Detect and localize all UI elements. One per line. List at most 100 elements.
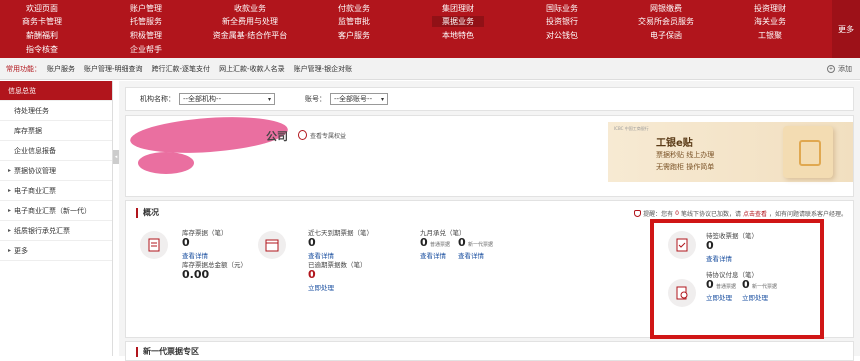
pending-sign-handle-link-new[interactable]: 立即处理: [742, 292, 768, 302]
shortcut-link[interactable]: 账户管理-明细查询: [84, 64, 143, 74]
nav-instruction-check[interactable]: 指令核查: [26, 44, 58, 55]
overview-title: 概况: [143, 208, 159, 217]
shortcut-bar: 常用功能： 账户服务 账户管理-明细查询 跨行汇款-逐笔支付 网上汇款-收款人名…: [0, 58, 860, 80]
add-circle-icon: +: [827, 65, 835, 73]
nav-more-button[interactable]: 更多: [832, 0, 860, 58]
expiring-label: 近七天到期票据（笔）: [308, 229, 373, 237]
new-gen-title: 新一代票据专区: [143, 347, 199, 356]
org-label: 机构名称：: [140, 95, 175, 103]
nav-international[interactable]: 国际业务: [546, 3, 578, 14]
nav-investment[interactable]: 投资理财: [754, 3, 786, 14]
notice-prefix: 提醒：您有: [643, 211, 674, 218]
account-select[interactable]: --全部账号-- ▾: [330, 93, 388, 105]
add-shortcut-button[interactable]: + 添加: [827, 64, 852, 74]
sidebar-item-label: 库存票据: [14, 126, 42, 135]
section-title: 新一代票据专区: [136, 346, 199, 357]
promo-banner[interactable]: ICBC 中国工商银行 工银e贴 票据秒贴 线上办理 无需跑柜 操作简单: [608, 122, 853, 182]
caret-right-icon: ▸: [8, 247, 12, 254]
nav-fees[interactable]: 新全费用与处理: [222, 16, 278, 27]
section-title: 概况: [136, 207, 159, 218]
sidebar-item-label: 更多: [14, 246, 29, 255]
notice-text: 提醒：您有 0 笔线下协议已加数，请 点击查看 ，如有问题请联系客户经理。: [634, 209, 847, 218]
org-select[interactable]: --全部机构-- ▾: [179, 93, 275, 105]
sidebar-item-inventory[interactable]: 库存票据: [0, 121, 112, 141]
nav-online-fees[interactable]: 网银缴费: [650, 3, 682, 14]
nav-custody[interactable]: 托管服务: [130, 16, 162, 27]
banner-subtitle: 票据秒贴 线上办理: [656, 151, 715, 159]
acceptance-detail-link[interactable]: 查看详情: [420, 250, 446, 260]
nav-customer-service[interactable]: 客户服务: [338, 30, 370, 41]
nav-exchange-member[interactable]: 交易所会员服务: [638, 16, 694, 27]
top-nav-grid: 欢迎页面 账户管理 收款业务 付款业务 集团理财 国际业务 网银缴费 投资理财 …: [0, 0, 832, 58]
sidebar: 信息总览 待处理任务 库存票据 企业信息报备 ▸ 票据协议管理 ▸ 电子商业汇票…: [0, 81, 113, 356]
medal-icon: [298, 130, 307, 140]
org-select-value: --全部机构--: [183, 95, 222, 103]
nav-receipts[interactable]: 收款业务: [234, 3, 266, 14]
nav-account-mgmt[interactable]: 账户管理: [130, 3, 162, 14]
nav-payments[interactable]: 付款业务: [338, 3, 370, 14]
nav-points[interactable]: 积极管理: [130, 30, 162, 41]
overdue-handle-link[interactable]: 立即处理: [308, 282, 334, 292]
sidebar-item-label: 纸质银行承兑汇票: [14, 226, 71, 235]
nav-local[interactable]: 本地特色: [442, 30, 474, 41]
overview-section: 概况 提醒：您有 0 笔线下协议已加数，请 点击查看 ，如有问题请联系客户经理。…: [125, 200, 854, 339]
chevron-down-icon: ▾: [267, 95, 271, 103]
pending-receive-icon: [668, 231, 696, 259]
notice-suffix: ，如有问题请联系客户经理。: [768, 211, 847, 218]
bank-logo: ICBC 中国工商银行: [614, 126, 649, 131]
pending-sign-regular-label: 普通票据: [716, 284, 737, 290]
nav-bills[interactable]: 票据业务: [432, 16, 484, 27]
nav-customs[interactable]: 海关业务: [754, 16, 786, 27]
sidebar-item-label: 电子商业汇票: [14, 186, 57, 195]
sidebar-item-overview[interactable]: 信息总览: [0, 81, 112, 101]
caret-right-icon: ▸: [8, 207, 12, 214]
pending-receive-count: 0: [706, 239, 714, 252]
nav-icbc-ju[interactable]: 工银聚: [758, 30, 782, 41]
nav-supervision[interactable]: 监管审批: [338, 16, 370, 27]
nav-investment-bank[interactable]: 投资银行: [546, 16, 578, 27]
pending-sign-count-regular: 0: [706, 278, 714, 291]
nav-welcome[interactable]: 欢迎页面: [26, 3, 58, 14]
shortcut-link[interactable]: 账户服务: [47, 64, 75, 74]
acceptance-detail-link-new[interactable]: 查看详情: [458, 250, 484, 260]
calendar-icon: [258, 231, 286, 259]
pending-sign-handle-link[interactable]: 立即处理: [706, 292, 732, 302]
sidebar-item-agreement[interactable]: ▸ 票据协议管理: [0, 161, 112, 181]
sidebar-item-paper-bill[interactable]: ▸ 纸质银行承兑汇票: [0, 221, 112, 241]
shortcut-link[interactable]: 跨行汇款-逐笔支付: [152, 64, 211, 74]
pending-sign-count-new: 0: [742, 278, 750, 291]
chevron-down-icon: ▾: [380, 95, 384, 103]
inventory-count: 0: [182, 236, 190, 249]
caret-right-icon: ▸: [8, 167, 12, 174]
shortcut-link[interactable]: 网上汇款-收款人名录: [219, 64, 285, 74]
nav-business-card[interactable]: 商务卡管理: [22, 16, 62, 27]
company-name-suffix: 公司: [266, 130, 288, 143]
shortcut-link[interactable]: 账户管理-银企对账: [294, 64, 353, 74]
nav-cooperation-platform[interactable]: 资金属基·结合作平台: [213, 30, 288, 41]
acceptance-regular-label: 普通票据: [430, 242, 451, 248]
new-gen-section: 新一代票据专区: [125, 341, 854, 361]
nav-enterprise-helper[interactable]: 企业帮手: [130, 44, 162, 55]
nav-e-guarantee[interactable]: 电子保函: [650, 30, 682, 41]
acceptance-count-new: 0: [458, 236, 466, 249]
nav-group-finance[interactable]: 集团理财: [442, 3, 474, 14]
expiring-count: 0: [308, 236, 316, 249]
sidebar-item-label: 票据协议管理: [14, 166, 57, 175]
top-nav: 欢迎页面 账户管理 收款业务 付款业务 集团理财 国际业务 网银缴费 投资理财 …: [0, 0, 860, 58]
inventory-amount: 0.00: [182, 268, 210, 281]
nav-corporate-wallet[interactable]: 对公钱包: [546, 30, 578, 41]
magnifier-doc-icon: [668, 279, 696, 307]
pending-receive-detail-link[interactable]: 查看详情: [706, 253, 732, 263]
exclusive-rights-link[interactable]: 查看专属权益: [298, 130, 346, 140]
bell-icon: [634, 210, 642, 217]
sidebar-item-e-bill[interactable]: ▸ 电子商业汇票: [0, 181, 112, 201]
redacted-company-info: [138, 152, 194, 174]
account-label: 账号：: [305, 95, 326, 103]
shortcut-label: 常用功能：: [6, 64, 41, 73]
nav-payroll[interactable]: 薪酬福利: [26, 30, 58, 41]
sidebar-item-more[interactable]: ▸ 更多: [0, 241, 112, 261]
sidebar-item-pending-tasks[interactable]: 待处理任务: [0, 101, 112, 121]
sidebar-item-e-bill-new[interactable]: ▸ 电子商业汇票（新一代）: [0, 201, 112, 221]
sidebar-item-enterprise-report[interactable]: 企业信息报备: [0, 141, 112, 161]
notice-link[interactable]: 点击查看: [743, 209, 767, 218]
